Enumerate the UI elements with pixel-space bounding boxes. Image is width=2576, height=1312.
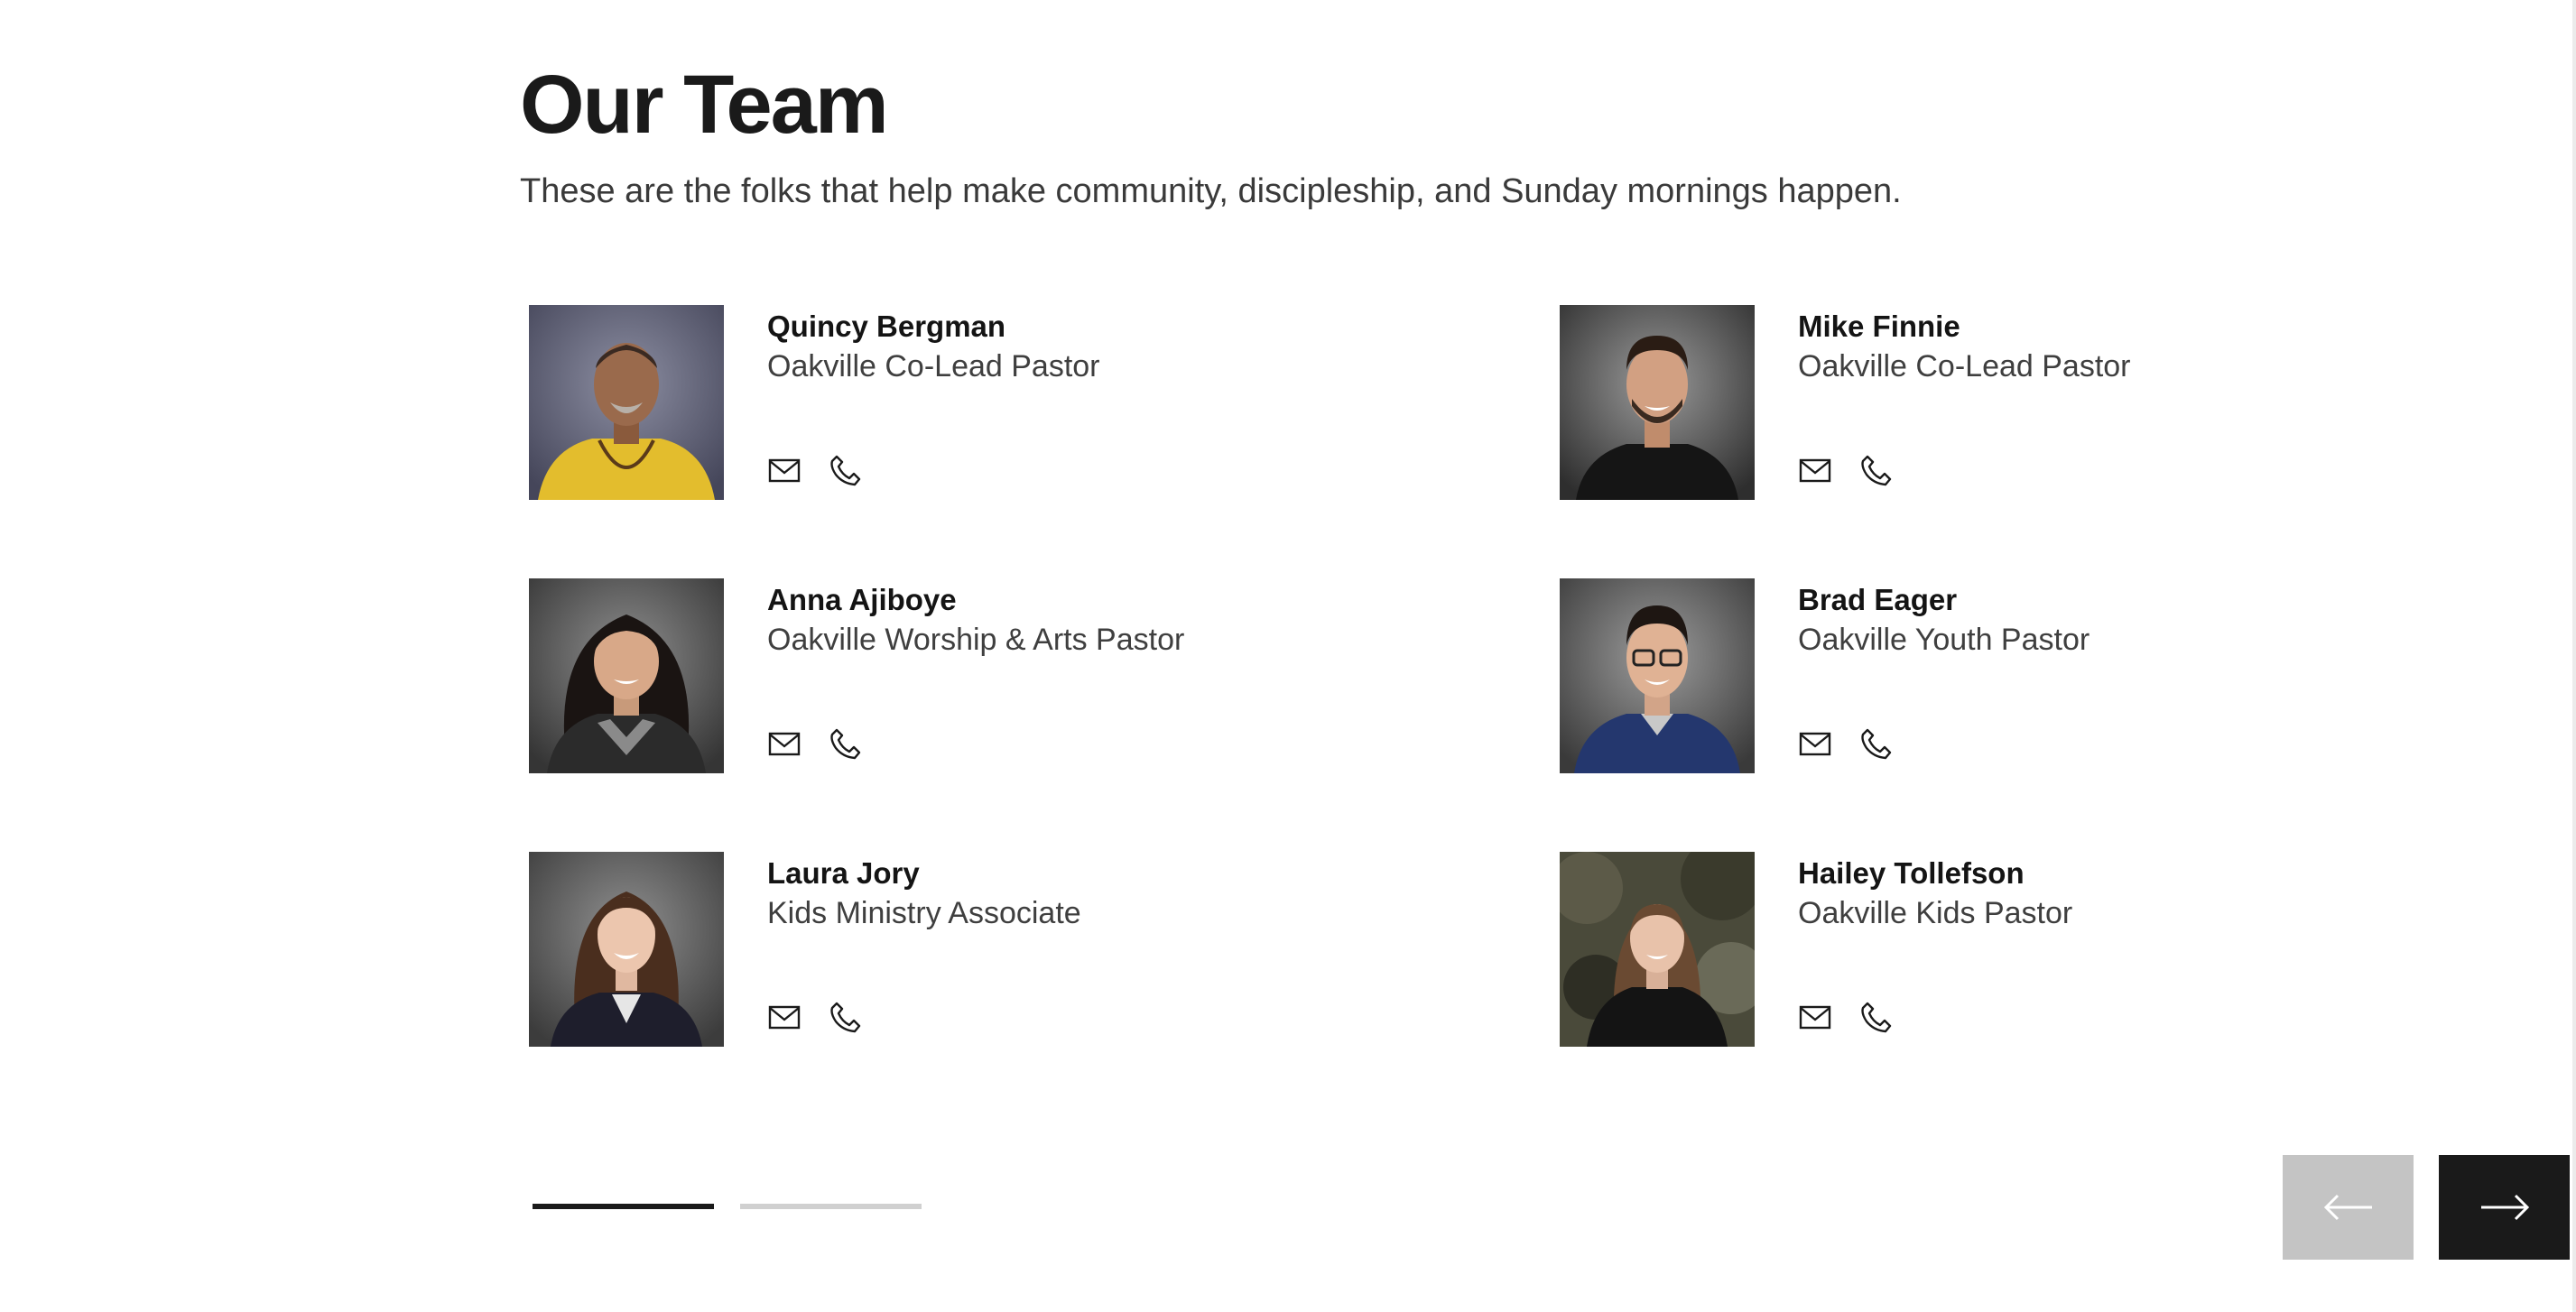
team-member-card: Mike Finnie Oakville Co-Lead Pastor — [1560, 305, 2131, 500]
team-member-photo — [529, 852, 724, 1047]
team-member-card: Hailey Tollefson Oakville Kids Pastor — [1560, 852, 2072, 1047]
team-member-photo — [529, 305, 724, 500]
carousel-pagination — [533, 1204, 948, 1209]
team-member-photo — [1560, 578, 1755, 773]
phone-icon[interactable] — [829, 453, 863, 487]
team-member-card: Anna Ajiboye Oakville Worship & Arts Pas… — [529, 578, 1560, 773]
pagination-bar-page-1[interactable] — [533, 1204, 714, 1209]
team-member-contacts — [767, 1000, 890, 1034]
team-member-name: Laura Jory — [767, 856, 920, 890]
team-member-card: Brad Eager Oakville Youth Pastor — [1560, 578, 2090, 773]
envelope-icon[interactable] — [1798, 726, 1832, 761]
phone-icon[interactable] — [829, 1000, 863, 1034]
team-member-name: Quincy Bergman — [767, 310, 1006, 343]
previous-button[interactable] — [2283, 1155, 2414, 1260]
arrow-right-icon — [2480, 1194, 2529, 1221]
phone-icon[interactable] — [1859, 1000, 1894, 1034]
team-member-name: Mike Finnie — [1798, 310, 1960, 343]
team-member-info: Anna Ajiboye Oakville Worship & Arts Pas… — [767, 578, 1184, 773]
team-member-name: Hailey Tollefson — [1798, 856, 2025, 890]
team-member-name: Brad Eager — [1798, 583, 1958, 616]
team-member-role: Kids Ministry Associate — [767, 896, 1081, 931]
team-member-info: Laura Jory Kids Ministry Associate — [767, 852, 1081, 1047]
team-member-contacts — [767, 453, 890, 487]
team-member-role: Oakville Youth Pastor — [1798, 623, 2090, 658]
envelope-icon[interactable] — [1798, 1000, 1832, 1034]
team-member-info: Quincy Bergman Oakville Co-Lead Pastor — [767, 305, 1100, 500]
team-member-info: Hailey Tollefson Oakville Kids Pastor — [1798, 852, 2072, 1047]
page-title: Our Team — [520, 59, 889, 151]
pagination-bar-page-2[interactable] — [740, 1204, 922, 1209]
page-subtitle: These are the folks that help make commu… — [520, 172, 1902, 210]
envelope-icon[interactable] — [1798, 453, 1832, 487]
phone-icon[interactable] — [1859, 453, 1894, 487]
team-section-header: Our Team These are the folks that help m… — [520, 63, 2576, 213]
envelope-icon[interactable] — [767, 453, 802, 487]
envelope-icon[interactable] — [767, 726, 802, 761]
team-member-info: Brad Eager Oakville Youth Pastor — [1798, 578, 2090, 773]
team-member-name: Anna Ajiboye — [767, 583, 957, 616]
team-member-contacts — [767, 726, 890, 761]
team-member-photo — [529, 578, 724, 773]
envelope-icon[interactable] — [767, 1000, 802, 1034]
team-member-role: Oakville Co-Lead Pastor — [767, 349, 1100, 384]
team-member-role: Oakville Co-Lead Pastor — [1798, 349, 2131, 384]
team-member-contacts — [1798, 726, 1921, 761]
team-member-contacts — [1798, 453, 1921, 487]
team-member-info: Mike Finnie Oakville Co-Lead Pastor — [1798, 305, 2131, 500]
phone-icon[interactable] — [829, 726, 863, 761]
phone-icon[interactable] — [1859, 726, 1894, 761]
team-member-role: Oakville Worship & Arts Pastor — [767, 623, 1185, 658]
next-button[interactable] — [2439, 1155, 2570, 1260]
arrow-left-icon — [2323, 1194, 2372, 1221]
team-member-contacts — [1798, 1000, 1921, 1034]
team-member-photo — [1560, 852, 1755, 1047]
team-member-role: Oakville Kids Pastor — [1798, 896, 2073, 931]
team-member-card: Quincy Bergman Oakville Co-Lead Pastor — [529, 305, 1560, 500]
team-member-photo — [1560, 305, 1755, 500]
team-member-card: Laura Jory Kids Ministry Associate — [529, 852, 1560, 1047]
team-grid: Quincy Bergman Oakville Co-Lead Pastor M… — [529, 305, 2131, 1047]
